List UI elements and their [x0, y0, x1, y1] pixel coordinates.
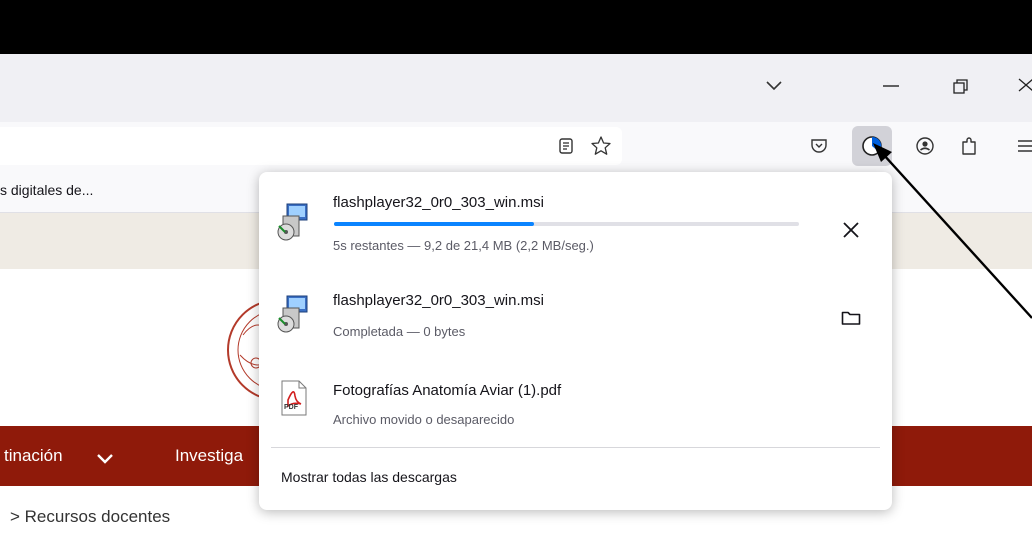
extensions-puzzle-icon[interactable]: [955, 132, 983, 160]
downloads-panel: flashplayer32_0r0_303_win.msi 5s restant…: [259, 172, 892, 510]
app-menu-icon[interactable]: [1016, 138, 1032, 154]
download-progress-icon: [862, 136, 882, 156]
folder-icon: [841, 311, 861, 325]
url-bar[interactable]: [0, 127, 622, 165]
pocket-icon[interactable]: [805, 132, 833, 160]
show-all-downloads-button[interactable]: Mostrar todas las descargas: [281, 469, 457, 485]
list-all-tabs-chevron-icon[interactable]: [764, 76, 784, 96]
cancel-download-button[interactable]: [831, 210, 871, 250]
pdf-icon-label: PDF: [284, 404, 298, 411]
download-filename: flashplayer32_0r0_303_win.msi: [333, 194, 544, 211]
download-item[interactable]: flashplayer32_0r0_303_win.msi Completada…: [259, 282, 892, 352]
close-icon: [843, 222, 859, 238]
downloads-button[interactable]: [852, 126, 892, 166]
msi-installer-icon: [275, 294, 311, 339]
minimize-button[interactable]: [880, 78, 902, 92]
bookmark-item[interactable]: s digitales de...: [0, 182, 93, 198]
download-item[interactable]: flashplayer32_0r0_303_win.msi 5s restant…: [259, 186, 892, 268]
download-status: Archivo movido o desaparecido: [333, 412, 515, 427]
chevron-down-icon[interactable]: [96, 452, 114, 470]
download-status: Completada — 0 bytes: [333, 324, 466, 339]
download-status: 5s restantes — 9,2 de 21,4 MB (2,2 MB/se…: [333, 238, 594, 253]
download-filename: Fotografías Anatomía Aviar (1).pdf: [333, 382, 562, 399]
show-in-folder-button[interactable]: [831, 298, 871, 338]
restore-button[interactable]: [950, 78, 972, 96]
download-progress-fill: [334, 222, 534, 226]
reader-view-icon[interactable]: [552, 132, 580, 160]
msi-installer-icon: [275, 202, 311, 247]
panel-divider: [271, 447, 880, 448]
window-title-bar: [0, 0, 1032, 54]
download-item[interactable]: PDF Fotografías Anatomía Aviar (1).pdf A…: [259, 368, 892, 434]
nav-item-destinacion[interactable]: tinación: [4, 446, 63, 466]
breadcrumb[interactable]: > Recursos docentes: [10, 507, 170, 527]
tab-strip: [0, 54, 1032, 122]
nav-item-investigacion[interactable]: Investiga: [175, 446, 243, 466]
pdf-icon: PDF: [279, 380, 309, 421]
bookmark-star-icon[interactable]: [587, 132, 615, 160]
download-progress-bar: [334, 222, 799, 226]
account-icon[interactable]: [911, 132, 939, 160]
close-window-button[interactable]: [1016, 76, 1032, 94]
download-filename: flashplayer32_0r0_303_win.msi: [333, 292, 544, 309]
